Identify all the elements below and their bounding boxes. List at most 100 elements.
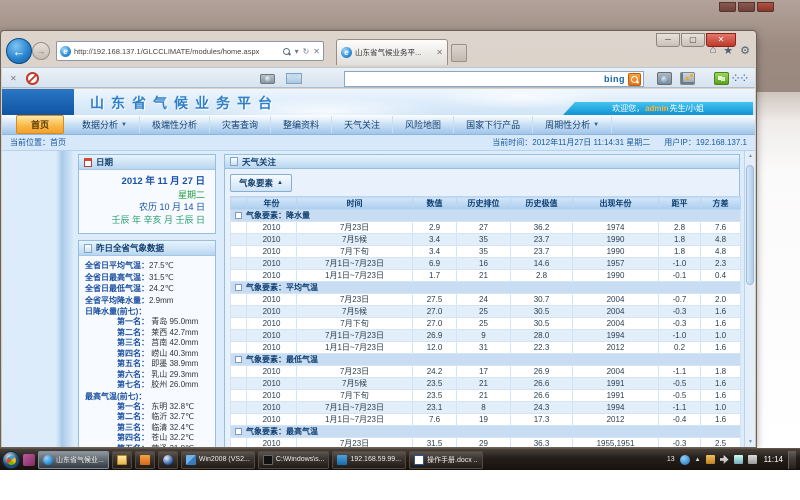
tray-volume-icon[interactable] — [748, 455, 757, 464]
table-cell: 7月5候 — [297, 234, 413, 246]
scrollbar-thumb[interactable] — [746, 165, 754, 285]
show-desktop-button[interactable] — [788, 451, 796, 469]
tray-clock[interactable]: 11:14 — [764, 455, 783, 464]
tray-flag-icon[interactable] — [720, 455, 729, 464]
row-checkbox-cell — [231, 306, 247, 318]
taskbar-window-button-2[interactable]: 192.168.59.99... — [332, 451, 406, 469]
taskbar: 山东省气候业... Win2008 (VS2...C:\Windows\s...… — [0, 448, 800, 470]
yesterday-title: 昨日全省气象数据 — [96, 242, 164, 254]
nav-item-label: 风险地图 — [405, 118, 441, 131]
group-name: 气象要素：降水量 — [246, 211, 310, 220]
table-cell: 2010 — [247, 222, 297, 234]
taskbar-window-button-1[interactable]: C:\Windows\s... — [258, 451, 330, 469]
search-dropdown-icon[interactable]: ▾ — [295, 47, 299, 56]
main-column: 天气关注 气象要素 ▲ 年份时间数值历史排位历史极值出现年份距平方差气象要素：降… — [216, 151, 744, 447]
table-row: 20107月23日31.52936.31955,1951-0.32.5 — [231, 438, 741, 448]
element-filter-button[interactable]: 气象要素 ▲ — [230, 174, 292, 192]
taskbar-app2-button[interactable] — [135, 451, 155, 469]
nav-item-5[interactable]: 天气关注 — [332, 116, 393, 133]
nav-item-1[interactable]: 数据分析▼ — [70, 116, 140, 133]
nav-item-7[interactable]: 国家下行产品 — [454, 116, 533, 133]
row-checkbox-cell — [231, 294, 247, 306]
toolbar-search-box[interactable]: bing — [344, 71, 644, 87]
report-icon — [84, 244, 92, 253]
camera-icon[interactable] — [260, 74, 275, 84]
group-row: 气象要素：降水量 — [231, 210, 741, 222]
bg-close-icon — [757, 2, 774, 12]
window-button-label: 192.168.59.99... — [350, 456, 401, 463]
video-icon[interactable] — [657, 72, 672, 85]
start-button[interactable] — [2, 451, 20, 469]
stat-line: 全省日平均气温：27.5℃ — [85, 260, 211, 272]
stop-icon[interactable]: ✕ — [313, 47, 320, 56]
nav-item-3[interactable]: 灾害查询 — [210, 116, 271, 133]
group-checkbox[interactable] — [235, 356, 242, 363]
toolbar-search-input[interactable] — [347, 73, 601, 85]
tray-network-icon[interactable] — [734, 455, 743, 464]
taskbar-folder-button[interactable] — [112, 451, 132, 469]
page-scrollbar[interactable]: ▲ ▼ — [744, 151, 755, 447]
back-button[interactable]: ← — [6, 38, 32, 64]
calendar-title: 日期 — [96, 156, 113, 168]
nav-item-4[interactable]: 整编资料 — [271, 116, 332, 133]
row-checkbox-cell — [231, 318, 247, 330]
nav-item-0[interactable]: 首页 — [16, 115, 64, 134]
tray-expand-icon[interactable]: ▲ — [695, 457, 701, 463]
tray-language-indicator[interactable]: 13 — [667, 456, 675, 463]
taskbar-window-button-3[interactable]: 操作手册.docx .. — [409, 451, 483, 469]
toolbar-close-icon[interactable]: ✕ — [10, 74, 17, 83]
close-button[interactable]: ✕ — [706, 33, 736, 47]
table-cell: 2.8 — [659, 222, 701, 234]
row-checkbox-cell — [231, 342, 247, 354]
new-tab-button[interactable] — [451, 44, 467, 62]
taskbar-app-icon[interactable] — [23, 454, 35, 466]
table-cell: 31.5 — [413, 438, 457, 448]
minimize-button[interactable]: ─ — [656, 33, 680, 47]
calendar-icon — [84, 158, 92, 167]
satellite-icon[interactable] — [680, 72, 695, 85]
tab-close-icon[interactable]: ✕ — [436, 48, 443, 57]
table-cell: 4.8 — [701, 234, 741, 246]
search-icon[interactable] — [282, 47, 291, 56]
tray-alert-icon[interactable] — [706, 455, 715, 464]
table-cell: 1957 — [573, 258, 659, 270]
address-bar[interactable]: e http://192.168.137.1/GLCCLIMATE/module… — [56, 41, 324, 61]
tools-gear-icon[interactable]: ⚙ — [740, 44, 750, 57]
table-cell: 2010 — [247, 378, 297, 390]
table-cell: 1.0 — [701, 330, 741, 342]
table-cell: -1.0 — [659, 330, 701, 342]
group-checkbox[interactable] — [235, 284, 242, 291]
ime-icon[interactable] — [680, 455, 690, 465]
table-cell: 1月1日~7月23日 — [297, 414, 413, 426]
table-row: 20107月1日~7月23日6.91614.61957-1.02.3 — [231, 258, 741, 270]
mail-icon[interactable] — [286, 73, 302, 84]
table-cell: 2012 — [573, 414, 659, 426]
taskbar-media-button[interactable] — [158, 451, 178, 469]
group-checkbox[interactable] — [235, 212, 242, 219]
url-text[interactable]: http://192.168.137.1/GLCCLIMATE/modules/… — [74, 47, 279, 56]
nav-item-8[interactable]: 周期性分析▼ — [533, 116, 612, 133]
group-cell: 气象要素：最低气温 — [231, 354, 741, 366]
share-icon[interactable] — [714, 72, 729, 85]
toolbar-overflow-icon[interactable]: ⁘⁘ — [732, 73, 749, 84]
table-cell: 23.1 — [413, 402, 457, 414]
nav-item-2[interactable]: 极端性分析 — [140, 116, 210, 133]
group-checkbox[interactable] — [235, 428, 242, 435]
table-cell: -0.4 — [659, 414, 701, 426]
table-cell: 2.8 — [511, 270, 573, 282]
taskbar-window-button-0[interactable]: Win2008 (VS2... — [181, 451, 255, 469]
scroll-down-icon[interactable]: ▼ — [746, 439, 755, 445]
table-cell: 1.6 — [701, 306, 741, 318]
rank-label: 第二名： — [117, 328, 149, 337]
browser-tab[interactable]: e 山东省气候业务平... ✕ — [336, 39, 448, 65]
window-button-icon — [263, 455, 273, 465]
scroll-up-icon[interactable]: ▲ — [746, 153, 755, 159]
table-cell: 27 — [457, 222, 511, 234]
nav-item-6[interactable]: 风险地图 — [393, 116, 454, 133]
toolbar-search-button[interactable] — [628, 73, 641, 86]
blocked-icon[interactable] — [26, 72, 39, 85]
maximize-button[interactable]: ▢ — [681, 33, 705, 47]
refresh-icon[interactable]: ↻ — [303, 47, 310, 56]
taskbar-ie-button[interactable]: 山东省气候业... — [38, 451, 109, 469]
forward-button[interactable]: → — [32, 42, 50, 60]
